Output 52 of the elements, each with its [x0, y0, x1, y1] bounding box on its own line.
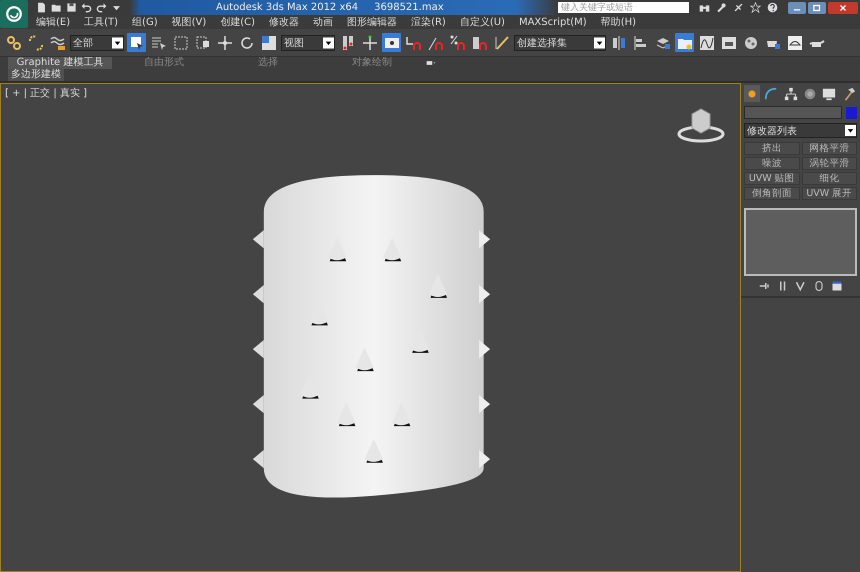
maximize-button[interactable]: [808, 2, 826, 14]
dropdown[interactable]: 创建选择集: [514, 34, 606, 50]
menu-item[interactable]: 渲染(R): [411, 15, 446, 29]
undo-icon[interactable]: [81, 2, 92, 13]
window-title: Autodesk 3ds Max 2012 x64: [216, 2, 358, 13]
viewport[interactable]: [ + | 正交 | 真实 ]: [0, 83, 741, 572]
menu-item[interactable]: 修改器: [269, 15, 300, 29]
menu-item[interactable]: 创建(C): [220, 15, 256, 29]
minimize-button[interactable]: [788, 2, 806, 14]
menu-item[interactable]: MAXScript(M): [518, 16, 587, 28]
modifier-button[interactable]: 涡轮平滑: [802, 157, 857, 170]
search-field[interactable]: 键入关键字或短语: [558, 2, 689, 13]
help-icon[interactable]: [767, 2, 778, 13]
menu-item[interactable]: 帮助(H): [600, 15, 636, 29]
modifier-button[interactable]: 挤出: [744, 142, 800, 155]
open-folder-icon[interactable]: [51, 2, 62, 13]
menu-item[interactable]: 视图(V): [172, 15, 206, 29]
star-icon[interactable]: [750, 2, 761, 13]
modifier-button[interactable]: 倒角剖面: [744, 187, 800, 200]
wrench-icon[interactable]: [716, 2, 727, 13]
redo-icon[interactable]: [96, 2, 107, 13]
menu-item[interactable]: 图形编辑器: [347, 15, 398, 29]
menu-item[interactable]: 自定义(U): [460, 15, 505, 29]
ribbon-options-icon[interactable]: [424, 58, 438, 68]
pin-icon[interactable]: [758, 280, 770, 292]
menu-item[interactable]: 编辑(E): [36, 15, 70, 29]
color-swatch[interactable]: [846, 106, 857, 118]
dropdown[interactable]: 全部: [70, 34, 124, 50]
modifier-button[interactable]: 网格平滑: [802, 142, 857, 155]
save-icon[interactable]: [66, 2, 77, 13]
new-file-icon[interactable]: [36, 2, 47, 13]
menu-item[interactable]: 动画: [313, 15, 334, 29]
ribbon-panel-tab[interactable]: 多边形建模: [8, 69, 64, 81]
modifier-stack[interactable]: [744, 208, 857, 276]
file-name: 3698521.max: [374, 2, 444, 13]
modifier-list-dropdown[interactable]: 修改器列表: [744, 123, 857, 138]
name-field[interactable]: [744, 106, 842, 119]
dropdown[interactable]: 视图: [281, 34, 335, 50]
close-button[interactable]: [828, 2, 858, 14]
modifier-button[interactable]: 噪波: [744, 157, 800, 170]
menu-item[interactable]: 组(G): [132, 15, 158, 29]
modifier-button[interactable]: UVW 贴图: [744, 172, 800, 185]
fork-icon[interactable]: [794, 280, 806, 292]
viewport-label[interactable]: [ + | 正交 | 真实 ]: [5, 86, 87, 100]
close-icon[interactable]: [838, 2, 848, 12]
ribbon-tab[interactable]: Graphite 建模工具: [8, 57, 112, 69]
modifier-button[interactable]: 细化: [802, 172, 857, 185]
view-cube-icon[interactable]: [676, 106, 726, 144]
modifier-button[interactable]: UVW 展开: [802, 187, 857, 200]
configure-icon[interactable]: [830, 280, 842, 292]
app-logo-icon[interactable]: [0, 0, 28, 28]
menu-item[interactable]: 工具(T): [84, 15, 118, 29]
